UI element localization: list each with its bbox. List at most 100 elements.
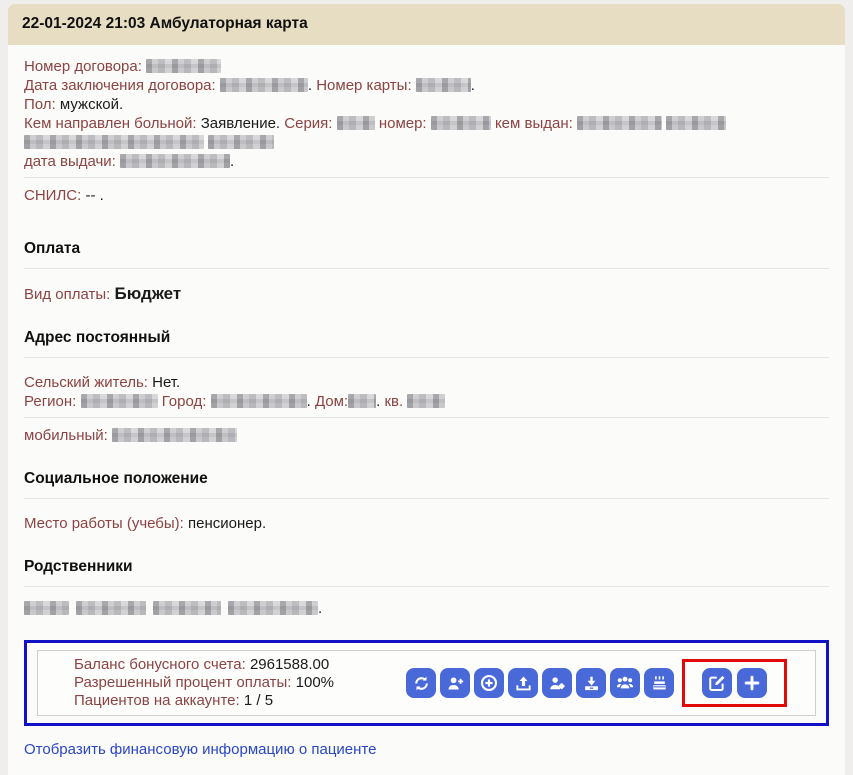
payment-heading: Оплата xyxy=(24,239,829,269)
plus-circle-icon xyxy=(480,674,498,692)
passport-issued-by-label: кем выдан: xyxy=(495,115,573,132)
city-label: Город: xyxy=(162,393,207,410)
redacted-contract-date xyxy=(220,78,308,92)
snils-line: СНИЛС: -- . xyxy=(24,186,829,205)
redacted-relative-3 xyxy=(153,601,221,615)
contract-number-label: Номер договора: xyxy=(24,58,142,75)
redacted-passport-series xyxy=(337,116,375,130)
refresh-icon xyxy=(413,675,430,692)
referral-line: Кем направлен больной: Заявление. Серия:… xyxy=(24,114,829,133)
issue-date-line: дата выдачи: . xyxy=(24,152,829,171)
birthday-cake-icon xyxy=(651,675,668,692)
gender-value: мужской. xyxy=(60,96,123,113)
redacted-issued-by-2 xyxy=(666,116,726,130)
users-group-button[interactable] xyxy=(610,668,640,698)
redacted-relative-2 xyxy=(76,601,146,615)
gender-line: Пол: мужской. xyxy=(24,95,829,114)
card-content: Номер договора: Дата заключения договора… xyxy=(8,45,845,775)
redacted-region xyxy=(81,394,158,408)
rural-line: Сельский житель: Нет. xyxy=(24,373,829,392)
mobile-line: мобильный: xyxy=(24,426,829,445)
user-tag-button[interactable] xyxy=(542,668,572,698)
relatives-heading: Родственники xyxy=(24,557,829,587)
passport-series-label: Серия: xyxy=(284,115,332,132)
add-user-button[interactable] xyxy=(440,668,470,698)
redacted-mobile xyxy=(112,428,237,442)
bonus-account-box: Баланс бонусного счета: 2961588.00 Разре… xyxy=(37,650,816,716)
dot: . xyxy=(471,77,475,94)
gender-label: Пол: xyxy=(24,96,56,113)
edit-icon xyxy=(708,674,726,692)
referral-label: Кем направлен больной: xyxy=(24,115,197,132)
card-number-label: Номер карты: xyxy=(316,77,411,94)
highlighted-actions-frame xyxy=(682,659,787,707)
redacted-city xyxy=(211,394,307,408)
mobile-label: мобильный: xyxy=(24,427,108,444)
snils-value: -- . xyxy=(85,187,103,204)
rural-value: Нет. xyxy=(152,374,180,391)
allowed-percent-value: 100% xyxy=(296,674,334,691)
bonus-account-panel: Баланс бонусного счета: 2961588.00 Разре… xyxy=(24,640,829,726)
redacted-issued-by-3 xyxy=(24,135,204,149)
patients-count-value: 1 / 5 xyxy=(244,692,273,709)
redacted-relative-1 xyxy=(24,601,69,615)
dot: . xyxy=(318,600,322,617)
dot: . xyxy=(307,393,311,410)
snils-label: СНИЛС: xyxy=(24,187,81,204)
relatives-line: . xyxy=(24,599,829,618)
divider xyxy=(24,177,829,178)
redacted-card-number xyxy=(416,78,471,92)
payment-kind-line: Вид оплаты: Бюджет xyxy=(24,284,829,304)
house-label: Дом: xyxy=(315,393,348,410)
dot: . xyxy=(308,77,312,94)
birthday-cake-button[interactable] xyxy=(644,668,674,698)
flat-label: кв. xyxy=(384,393,403,410)
page-title: 22-01-2024 21:03 Амбулаторная карта xyxy=(22,15,308,32)
address-heading: Адрес постоянный xyxy=(24,328,829,358)
redacted-issued-by-4 xyxy=(208,135,274,149)
show-finance-info-link[interactable]: Отобразить финансовую информацию о пацие… xyxy=(24,740,376,759)
redacted-relative-4 xyxy=(228,601,318,615)
region-label: Регион: xyxy=(24,393,76,410)
patients-count-line: Пациентов на аккаунте: 1 / 5 xyxy=(74,692,406,710)
social-heading: Социальное положение xyxy=(24,469,829,499)
plus-icon xyxy=(743,674,761,692)
redacted-contract-number xyxy=(146,59,221,73)
bonus-balance-line: Баланс бонусного счета: 2961588.00 xyxy=(74,656,406,674)
rural-label: Сельский житель: xyxy=(24,374,148,391)
allowed-percent-label: Разрешенный процент оплаты: xyxy=(74,674,291,691)
redacted-issued-by-1 xyxy=(577,116,662,130)
users-group-icon xyxy=(616,674,634,692)
refresh-button[interactable] xyxy=(406,668,436,698)
region-line: Регион: Город: . Дом:. кв. xyxy=(24,392,829,411)
plus-circle-button[interactable] xyxy=(474,668,504,698)
contract-number-line: Номер договора: xyxy=(24,57,829,76)
upload-button[interactable] xyxy=(508,668,538,698)
work-line: Место работы (учебы): пенсионер. xyxy=(24,514,829,533)
bonus-balance-value: 2961588.00 xyxy=(250,656,329,673)
dot: . xyxy=(230,153,234,170)
patients-count-label: Пациентов на аккаунте: xyxy=(74,692,240,709)
redacted-flat xyxy=(407,394,445,408)
redacted-issue-date xyxy=(120,154,230,168)
contract-date-label: Дата заключения договора: xyxy=(24,77,216,94)
user-plus-icon xyxy=(447,675,464,692)
work-label: Место работы (учебы): xyxy=(24,515,184,532)
download-icon xyxy=(583,675,600,692)
divider xyxy=(24,417,829,418)
bonus-actions-toolbar xyxy=(406,668,674,698)
add-button[interactable] xyxy=(737,668,767,698)
allowed-percent-line: Разрешенный процент оплаты: 100% xyxy=(74,674,406,692)
upload-icon xyxy=(515,675,532,692)
work-value: пенсионер. xyxy=(188,515,266,532)
dot: . xyxy=(376,393,380,410)
edit-button[interactable] xyxy=(702,668,732,698)
bonus-account-summary: Баланс бонусного счета: 2961588.00 Разре… xyxy=(74,656,406,710)
window-titlebar: 22-01-2024 21:03 Амбулаторная карта xyxy=(8,4,845,45)
bonus-balance-label: Баланс бонусного счета: xyxy=(74,656,246,673)
outpatient-card-window: 22-01-2024 21:03 Амбулаторная карта Номе… xyxy=(8,4,845,775)
redacted-house xyxy=(348,394,376,408)
download-button[interactable] xyxy=(576,668,606,698)
user-tag-icon xyxy=(549,675,566,692)
issued-by-continued-line xyxy=(24,133,829,152)
